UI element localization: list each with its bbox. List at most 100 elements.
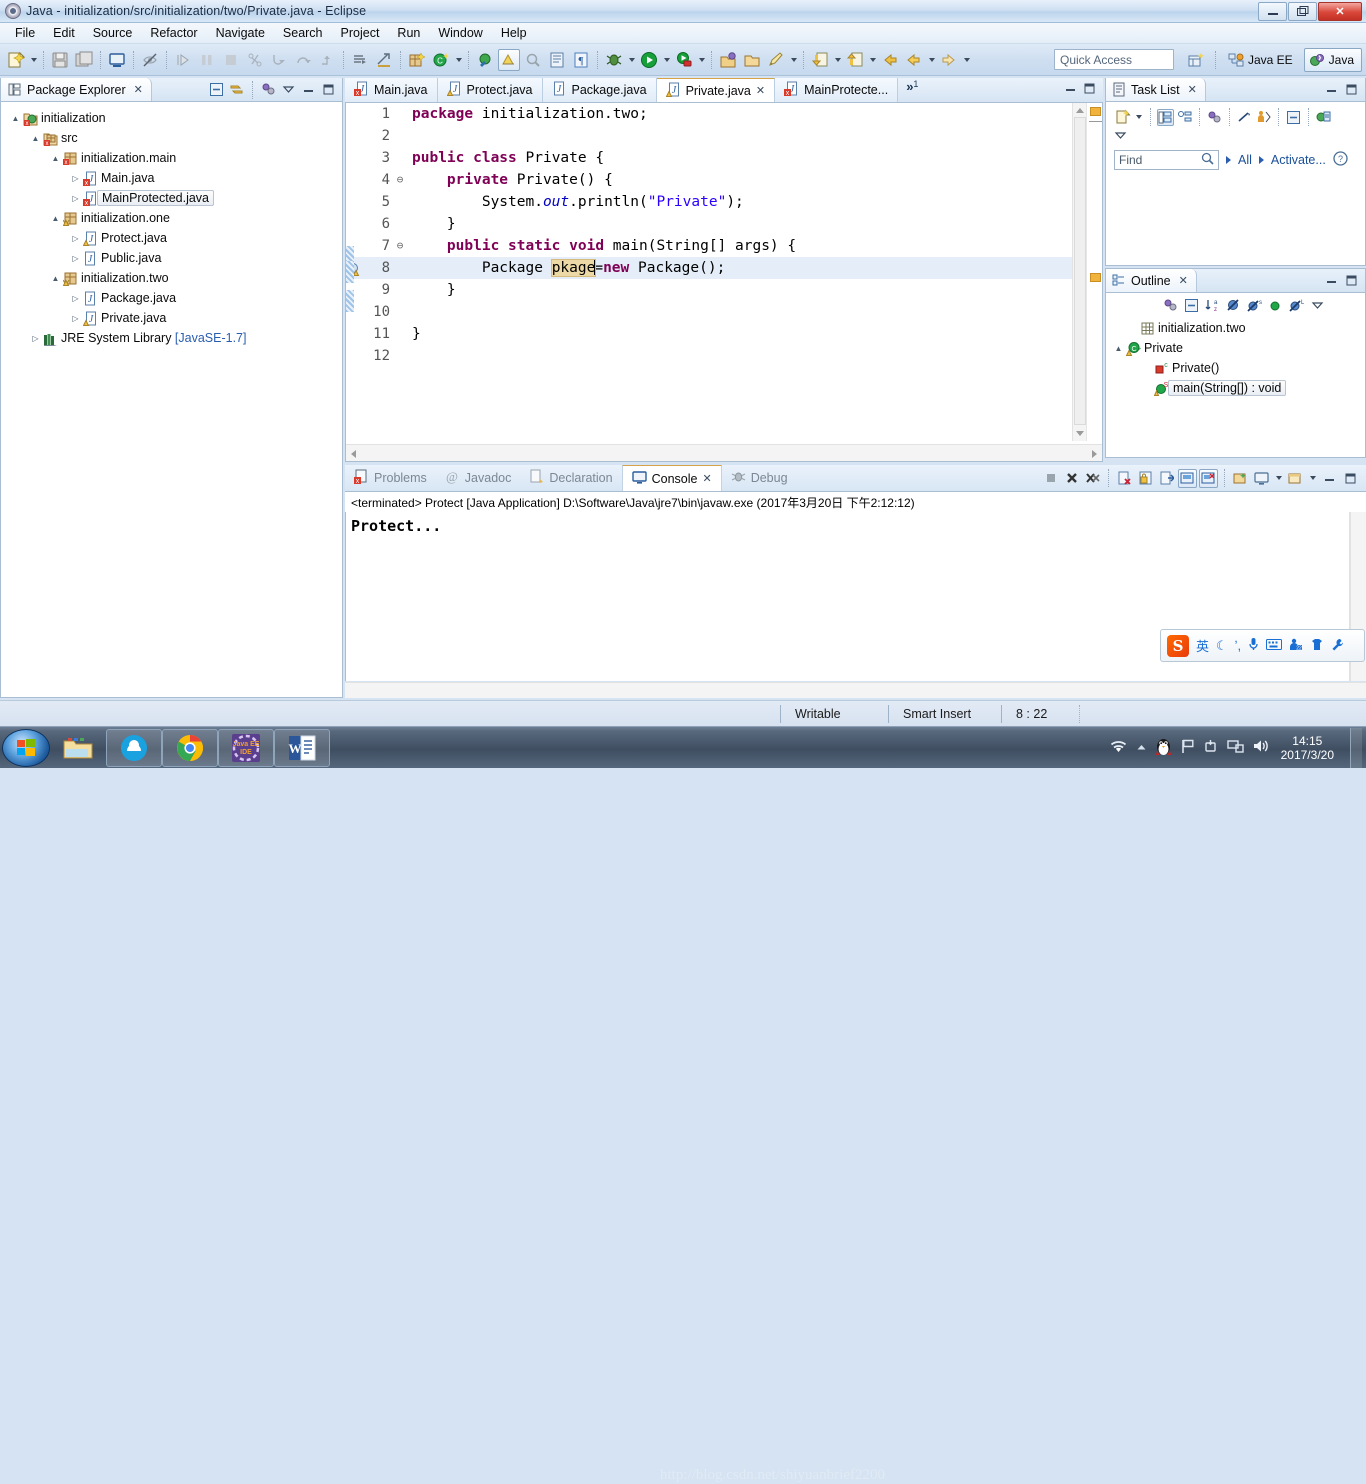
taskbar-file-explorer[interactable]: [50, 729, 106, 767]
menu-file[interactable]: File: [6, 24, 44, 42]
tree-item-initialization[interactable]: ▲ x initialization: [1, 108, 342, 128]
tab-package-explorer[interactable]: Package Explorer ✕: [1, 78, 152, 101]
activate-arrow-icon[interactable]: [1258, 156, 1264, 164]
maximize-view-icon[interactable]: [1083, 82, 1096, 98]
expander-expand-icon[interactable]: ▷: [69, 314, 82, 323]
tree-item-protect-java[interactable]: ▷ J Protect.java: [1, 228, 342, 248]
restore-button[interactable]: [1288, 2, 1317, 21]
console-tab-declaration[interactable]: Declaration: [520, 465, 621, 491]
microphone-icon[interactable]: [1248, 637, 1259, 654]
fold-collapse-icon[interactable]: ⊖: [392, 235, 408, 257]
new-java-class-icon[interactable]: C: [430, 49, 452, 71]
menu-window[interactable]: Window: [429, 24, 491, 42]
close-icon[interactable]: ✕: [756, 84, 765, 97]
expander-expand-icon[interactable]: ▷: [69, 234, 82, 243]
code-line-7[interactable]: 7 ⊖ public static void main(String[] args…: [346, 235, 1072, 268]
safe-removal-icon[interactable]: [1203, 738, 1219, 757]
expander-expand-icon[interactable]: ▷: [69, 174, 82, 183]
code-editor[interactable]: 1 package initialization.two; 2 3 public cla…: [345, 103, 1103, 462]
menu-edit[interactable]: Edit: [44, 24, 84, 42]
forward-history-icon[interactable]: [903, 49, 925, 71]
editor-vertical-scrollbar[interactable]: [1072, 103, 1086, 441]
open-console-menu-icon[interactable]: [1286, 469, 1305, 488]
export-dropdown-icon[interactable]: [867, 49, 878, 71]
forward-dropdown-icon[interactable]: [961, 49, 972, 71]
code-line-2[interactable]: 2: [346, 125, 1072, 147]
console-tab-debug[interactable]: Debug: [722, 465, 797, 491]
tab-outline[interactable]: Outline ✕: [1106, 269, 1197, 292]
new-task-icon[interactable]: [1114, 109, 1131, 126]
open-type-icon[interactable]: [474, 49, 496, 71]
show-hidden-icons-icon[interactable]: [1136, 741, 1147, 755]
hide-static-icon[interactable]: s: [1246, 297, 1263, 314]
maximize-view-icon[interactable]: [1341, 469, 1360, 488]
warning-marker-icon[interactable]: [346, 260, 362, 283]
hide-local-types-icon[interactable]: L: [1288, 297, 1305, 314]
tree-item-jre-system-library[interactable]: ▷ JRE System Library [JavaSE-1.7]: [1, 328, 342, 348]
debug-as-icon[interactable]: [603, 49, 625, 71]
close-icon[interactable]: ✕: [1179, 274, 1188, 287]
editor-tab-main-java[interactable]: Jx Main.java: [345, 78, 438, 102]
terminate-icon[interactable]: [1041, 469, 1060, 488]
clear-console-icon[interactable]: [1115, 469, 1134, 488]
toolbox-icon[interactable]: 22: [1289, 638, 1303, 654]
console-tab-console[interactable]: Console ✕: [621, 465, 722, 491]
scrollbar-thumb[interactable]: [1074, 117, 1086, 425]
maximize-view-icon[interactable]: [1343, 81, 1360, 98]
new-task-dropdown-icon[interactable]: [1133, 106, 1144, 128]
minimize-view-icon[interactable]: [1320, 469, 1339, 488]
close-button[interactable]: ✕: [1318, 2, 1362, 21]
last-edit-location-icon[interactable]: [349, 49, 371, 71]
all-filter-arrow-icon[interactable]: [1226, 156, 1231, 164]
synchronize-changed-icon[interactable]: [1315, 109, 1332, 126]
remove-all-launches-icon[interactable]: [1083, 469, 1102, 488]
editor-tab-private-java[interactable]: J Private.java ✕: [656, 78, 776, 102]
print-icon[interactable]: [106, 49, 128, 71]
code-line-5[interactable]: 5 System.out.println("Private");: [346, 191, 1072, 213]
scroll-down-icon[interactable]: [1076, 431, 1084, 436]
code-line-1[interactable]: 1 package initialization.two;: [346, 103, 1072, 125]
maximize-view-icon[interactable]: [320, 81, 337, 98]
expander-collapse-icon[interactable]: ▲: [9, 114, 22, 123]
editor-tab-protect-java[interactable]: J Protect.java: [437, 78, 543, 102]
run-dropdown-icon[interactable]: [661, 49, 672, 71]
tree-item-package-java[interactable]: ▷ J Package.java: [1, 288, 342, 308]
scroll-up-icon[interactable]: [1076, 108, 1084, 113]
open-perspective-icon[interactable]: [1185, 49, 1207, 71]
wifi-icon[interactable]: [1109, 738, 1128, 758]
code-line-8[interactable]: 8 Package pkage=new Package();: [346, 257, 1072, 283]
expander-collapse-icon[interactable]: ▲: [49, 274, 62, 283]
search-icon[interactable]: [1201, 152, 1214, 168]
console-tabbar[interactable]: x Problems @ Javadoc Declaration Console ✕ Debu…: [345, 465, 1366, 492]
save-icon[interactable]: [49, 49, 71, 71]
editor-tab-package-java[interactable]: J Package.java: [542, 78, 657, 102]
console-tab-javadoc[interactable]: @ Javadoc: [436, 465, 521, 491]
view-menu-icon[interactable]: [280, 81, 297, 98]
editor-horizontal-scrollbar[interactable]: [346, 444, 1102, 461]
taskbar-microsoft-word[interactable]: W: [274, 728, 330, 767]
new-java-class-dropdown-icon[interactable]: [453, 49, 464, 71]
editor-overview-ruler[interactable]: [1086, 103, 1102, 441]
volume-icon[interactable]: [1252, 738, 1269, 757]
categorized-mode-icon[interactable]: [1157, 108, 1174, 126]
code-line-10[interactable]: 10: [346, 301, 1072, 323]
qq-penguin-icon[interactable]: [1155, 737, 1172, 759]
close-icon[interactable]: ✕: [702, 472, 711, 485]
console-tab-problems[interactable]: x Problems: [345, 465, 436, 491]
filter-completed-icon[interactable]: [1236, 109, 1253, 126]
minimize-button[interactable]: [1258, 2, 1287, 21]
collapse-all-icon[interactable]: [1183, 297, 1200, 314]
minimize-view-icon[interactable]: [300, 81, 317, 98]
overview-marker-warning[interactable]: [1090, 107, 1101, 116]
tree-item-src[interactable]: ▲ x src: [1, 128, 342, 148]
editor-tab-mainprotecte[interactable]: Jx MainProtecte...: [775, 78, 899, 102]
tree-item-initialization-main[interactable]: ▲ x initialization.main: [1, 148, 342, 168]
import-dropdown-icon[interactable]: [832, 49, 843, 71]
show-whitespace-icon[interactable]: ¶: [570, 49, 592, 71]
expander-expand-icon[interactable]: ▷: [69, 294, 82, 303]
code-lines[interactable]: 1 package initialization.two; 2 3 public cla…: [346, 103, 1072, 441]
open-resource-icon[interactable]: [765, 49, 787, 71]
menu-help[interactable]: Help: [492, 24, 536, 42]
code-line-4[interactable]: 4 ⊖ private Private() {: [346, 169, 1072, 191]
status-resize-grip[interactable]: [1079, 704, 1109, 723]
